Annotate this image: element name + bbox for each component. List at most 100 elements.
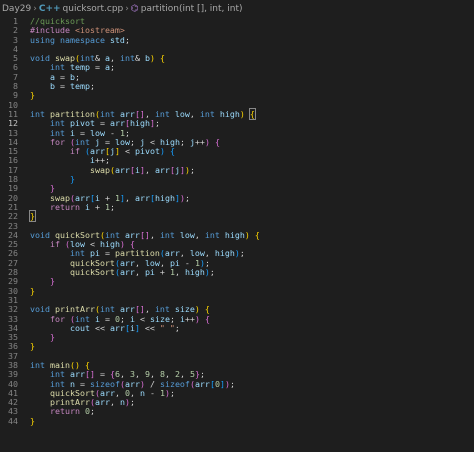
code-token: pi bbox=[144, 267, 155, 278]
code-token: } bbox=[49, 332, 55, 343]
code-token: ++ bbox=[194, 136, 205, 147]
code-token: temp bbox=[69, 81, 90, 92]
code-token: = bbox=[89, 62, 105, 73]
code-token: high bbox=[219, 108, 240, 119]
code-token: { bbox=[254, 229, 260, 240]
code-token: " " bbox=[159, 322, 175, 333]
code-token: int bbox=[159, 229, 180, 240]
code-token: arr bbox=[154, 164, 170, 175]
code-text: } bbox=[30, 91, 35, 100]
chevron-right-icon: › bbox=[125, 3, 129, 14]
code-token: swap bbox=[89, 164, 110, 175]
code-token: + bbox=[89, 201, 105, 212]
code-text: b = temp; bbox=[30, 81, 95, 92]
code-line[interactable]: 44} bbox=[0, 415, 474, 426]
code-token: ; bbox=[189, 164, 195, 175]
code-token: ; bbox=[154, 118, 160, 129]
code-token: arr bbox=[114, 164, 130, 175]
code-token: , bbox=[134, 267, 145, 278]
code-token: return bbox=[49, 201, 85, 212]
code-token: , bbox=[174, 267, 185, 278]
code-token: ; bbox=[169, 387, 175, 398]
code-line[interactable]: 3 using namespace std; bbox=[0, 34, 474, 45]
code-token: } bbox=[69, 174, 75, 185]
code-token: ; bbox=[184, 192, 190, 203]
code-line[interactable]: 21 return i + 1; bbox=[0, 201, 474, 212]
code-line[interactable]: 34 cout << arr[i] << " "; bbox=[0, 322, 474, 333]
code-token: - bbox=[144, 387, 160, 398]
code-token: high bbox=[224, 229, 245, 240]
code-token: low bbox=[174, 108, 190, 119]
code-token: , bbox=[144, 164, 155, 175]
code-token: , bbox=[149, 229, 160, 240]
breadcrumb: Day29 › C++ quicksort.cpp › ⌬ partition(… bbox=[0, 0, 474, 17]
code-token: high bbox=[154, 192, 175, 203]
code-token: arr bbox=[94, 397, 110, 408]
code-line[interactable]: 28 quickSort(arr, pi + 1, high); bbox=[0, 267, 474, 278]
code-token: < bbox=[119, 146, 135, 157]
code-token: arr bbox=[194, 378, 210, 389]
code-token: { bbox=[159, 53, 165, 64]
breadcrumb-folder[interactable]: Day29 bbox=[2, 4, 31, 14]
breadcrumb-file[interactable]: quicksort.cpp bbox=[63, 4, 124, 14]
code-token: { bbox=[214, 136, 220, 147]
code-token: , bbox=[189, 108, 200, 119]
code-token: using bbox=[30, 34, 60, 45]
code-text: } bbox=[29, 210, 36, 223]
code-token: ; bbox=[89, 406, 95, 417]
code-token: , bbox=[124, 192, 135, 203]
code-text: } bbox=[30, 415, 35, 426]
code-token: ; bbox=[124, 34, 130, 45]
code-line[interactable]: 35 } bbox=[0, 332, 474, 343]
code-token: int bbox=[119, 53, 135, 64]
code-text: using namespace std; bbox=[30, 34, 130, 45]
cpp-file-icon: C++ bbox=[38, 3, 61, 14]
code-token: cout bbox=[69, 322, 90, 333]
code-token: { bbox=[248, 107, 256, 120]
code-token: return bbox=[49, 406, 85, 417]
function-symbol-icon: ⌬ bbox=[130, 3, 139, 14]
code-line[interactable]: 8 b = temp; bbox=[0, 81, 474, 92]
code-token: ; bbox=[239, 248, 245, 259]
code-line[interactable]: 43 return 0; bbox=[0, 407, 474, 417]
code-editor[interactable]: 1//quicksort 2 #include <iostream> 3 using n… bbox=[0, 16, 474, 426]
code-text: return i + 1; bbox=[30, 201, 115, 212]
code-line[interactable]: 30} bbox=[0, 286, 474, 296]
code-line[interactable]: 22} bbox=[0, 210, 474, 223]
code-token: [] bbox=[139, 229, 150, 240]
code-token: << bbox=[139, 322, 160, 333]
code-line[interactable]: 18 } bbox=[0, 174, 474, 185]
code-line[interactable]: 36} bbox=[0, 342, 474, 352]
code-token: quickSort bbox=[69, 267, 115, 278]
code-token: { bbox=[204, 313, 210, 324]
code-token: << bbox=[89, 322, 110, 333]
code-text: return 0; bbox=[30, 407, 95, 416]
code-token: , bbox=[109, 397, 120, 408]
breadcrumb-symbol[interactable]: partition(int [], int, int) bbox=[141, 4, 243, 14]
code-token: + bbox=[154, 267, 170, 278]
line-number: 44 bbox=[8, 415, 18, 426]
code-token: { bbox=[169, 146, 175, 157]
code-line[interactable]: 29 } bbox=[0, 276, 474, 287]
code-token: } bbox=[49, 276, 55, 287]
code-token: ; bbox=[174, 322, 180, 333]
code-token: ; bbox=[109, 62, 115, 73]
code-token: ; bbox=[129, 397, 135, 408]
code-token: ; bbox=[209, 267, 215, 278]
code-text: } bbox=[30, 342, 35, 351]
code-token: arr bbox=[134, 192, 150, 203]
code-token: } bbox=[30, 341, 35, 352]
code-token: int bbox=[204, 229, 225, 240]
code-token: high bbox=[184, 267, 205, 278]
code-text: quickSort(arr, pi + 1, high); bbox=[30, 267, 215, 278]
code-token: ; bbox=[89, 81, 95, 92]
code-token: ; bbox=[179, 136, 190, 147]
code-token: ; bbox=[229, 378, 235, 389]
code-line[interactable]: 9} bbox=[0, 91, 474, 101]
code-text: } bbox=[30, 286, 35, 296]
code-token: & bbox=[134, 53, 145, 64]
code-token: std bbox=[109, 34, 125, 45]
code-token: } bbox=[29, 210, 36, 223]
code-token: , bbox=[194, 229, 205, 240]
code-token: } bbox=[30, 415, 35, 426]
